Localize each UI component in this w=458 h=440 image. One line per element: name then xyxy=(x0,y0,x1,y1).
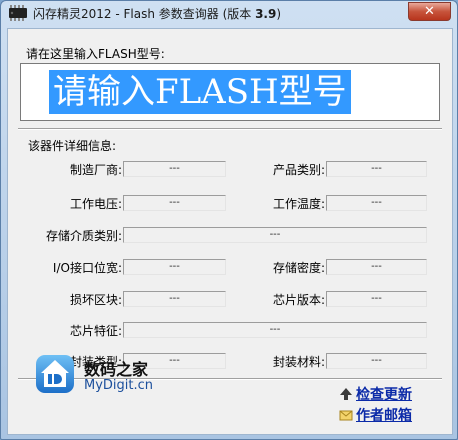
chip-version-field: --- xyxy=(326,291,427,307)
voltage-label: 工作电压: xyxy=(69,197,122,211)
storage-medium-label: 存储介质类别: xyxy=(45,229,122,243)
author-email-link[interactable]: 作者邮箱 xyxy=(356,408,412,424)
bad-blocks-field: --- xyxy=(123,291,226,307)
product-category-label: 产品类别: xyxy=(272,163,325,177)
chip-features-label: 芯片特征: xyxy=(69,324,122,338)
voltage-field: --- xyxy=(123,195,226,211)
brand-name-cn: 数码之家 xyxy=(84,360,149,379)
manufacturer-field: --- xyxy=(123,161,226,177)
envelope-icon xyxy=(339,410,353,421)
model-input-label: 请在这里输入FLASH型号: xyxy=(26,47,165,61)
check-update-link[interactable]: 检查更新 xyxy=(356,387,412,403)
chip-version-label: 芯片版本: xyxy=(272,293,325,307)
io-width-field: --- xyxy=(123,259,226,275)
divider-bottom xyxy=(18,378,442,380)
author-email-row: 作者邮箱 xyxy=(339,405,412,425)
details-title: 该器件详细信息: xyxy=(28,139,117,153)
density-label: 存储密度: xyxy=(272,261,325,275)
io-width-label: I/O接口位宽: xyxy=(52,261,122,275)
brand-name-en: MyDigit.cn xyxy=(84,378,154,393)
temperature-label: 工作温度: xyxy=(272,197,325,211)
package-material-field: --- xyxy=(326,353,427,369)
product-category-field: --- xyxy=(326,161,427,177)
model-input-value: 请输入FLASH型号 xyxy=(49,70,351,114)
chip-features-field: --- xyxy=(123,322,427,338)
storage-medium-field: --- xyxy=(123,227,427,243)
app-window: 闪存精灵2012 - Flash 参数查询器 (版本 3.9) ✕ 请在这里输入… xyxy=(0,0,458,440)
divider-top xyxy=(18,128,442,130)
title-bar[interactable]: 闪存精灵2012 - Flash 参数查询器 (版本 3.9) ✕ xyxy=(1,1,457,27)
package-material-label: 封装材料: xyxy=(272,355,325,369)
close-icon: ✕ xyxy=(424,4,435,19)
check-update-row: 检查更新 xyxy=(339,384,412,404)
arrow-up-icon xyxy=(340,388,352,400)
window-title: 闪存精灵2012 - Flash 参数查询器 (版本 3.9) xyxy=(33,7,282,21)
chip-icon xyxy=(9,5,27,21)
manufacturer-label: 制造厂商: xyxy=(69,163,122,177)
bad-blocks-label: 损坏区块: xyxy=(69,293,122,307)
model-input[interactable]: 请输入FLASH型号 xyxy=(20,63,440,121)
density-field: --- xyxy=(326,259,427,275)
mydigit-logo-icon[interactable] xyxy=(35,354,75,394)
temperature-field: --- xyxy=(326,195,427,211)
version-number: 3.9 xyxy=(255,7,277,21)
close-button[interactable]: ✕ xyxy=(408,2,451,21)
